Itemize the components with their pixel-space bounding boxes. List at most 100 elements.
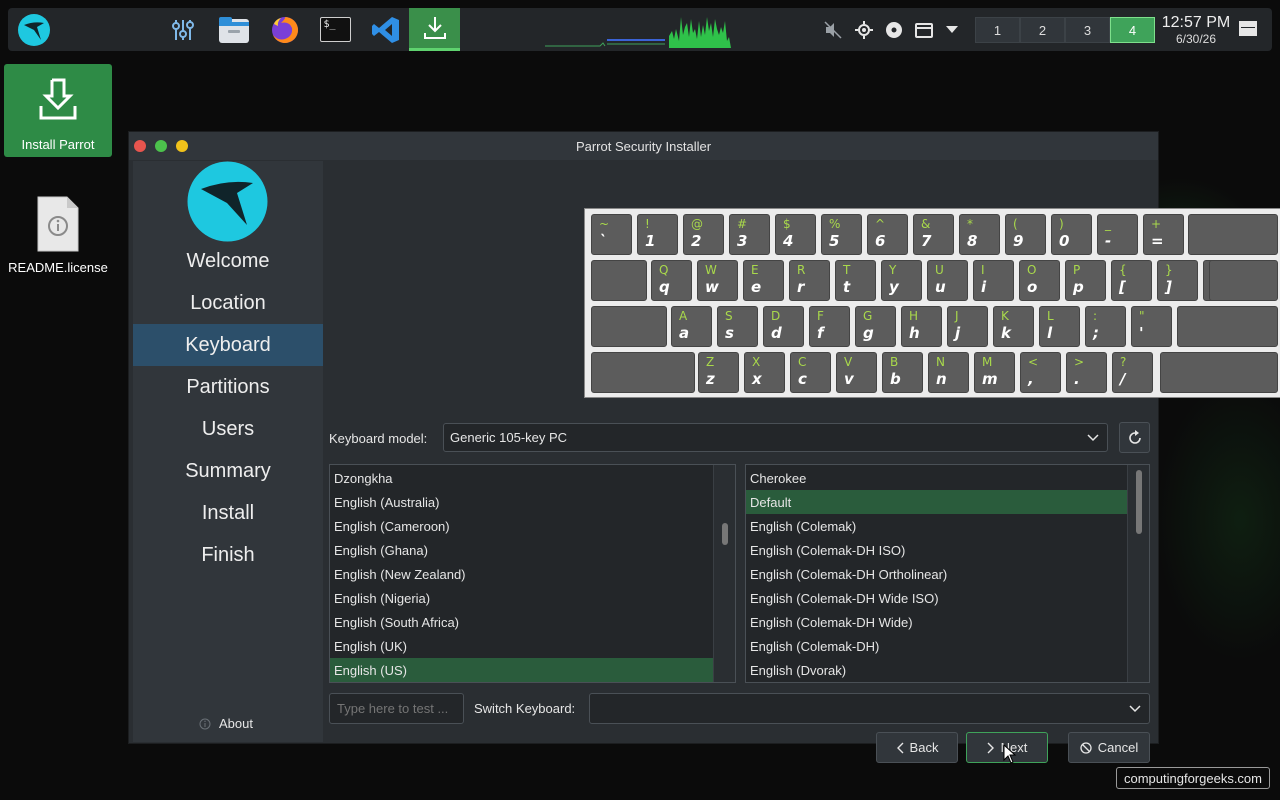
variant-list-item[interactable]: English (Colemak-DH Ortholinear): [746, 562, 1127, 586]
layout-scroll-thumb[interactable]: [722, 523, 728, 545]
terminal-icon: $_: [319, 17, 351, 42]
keyboard-key: Jj: [947, 306, 988, 347]
keyboard-key: >.: [1066, 352, 1107, 393]
key-shift-char: Z: [706, 355, 715, 369]
keyboard-key: Ll: [1039, 306, 1080, 347]
clipboard-icon[interactable]: [914, 20, 934, 40]
variant-list-item[interactable]: English (Colemak-DH): [746, 634, 1127, 658]
variant-list-item[interactable]: English (Colemak-DH Wide ISO): [746, 586, 1127, 610]
key-shift-char: I: [981, 263, 985, 277]
key-shift-char: +: [1151, 217, 1162, 231]
keyboard-test-input[interactable]: [329, 693, 464, 724]
key-shift-char: G: [863, 309, 873, 323]
desktop-1-button[interactable]: 1: [975, 17, 1020, 43]
window-titlebar[interactable]: Parrot Security Installer: [129, 132, 1158, 160]
key-base-char: v: [844, 370, 854, 388]
key-base-char: n: [936, 370, 947, 388]
keyboard-key: Gg: [855, 306, 896, 347]
key-shift-char: $: [783, 217, 791, 231]
layout-list-scrollbar[interactable]: [713, 465, 735, 682]
variant-list-item[interactable]: Default: [746, 490, 1127, 514]
variant-list-item[interactable]: Cherokee: [746, 466, 1127, 490]
keyboard-key: + =: [1143, 214, 1184, 255]
key-shift-char: D: [771, 309, 781, 323]
show-desktop-icon[interactable]: [1237, 19, 1259, 39]
cancel-label: Cancel: [1097, 740, 1139, 755]
key-base-char: 0: [1059, 232, 1070, 250]
cancel-button[interactable]: Cancel: [1068, 732, 1150, 763]
layout-list[interactable]: Dzongkha English (Australia) English (Came…: [329, 464, 736, 683]
installer-icon: [423, 17, 446, 39]
install-parrot-desktop-icon[interactable]: Install Parrot: [4, 64, 112, 157]
layout-list-item[interactable]: English (US): [330, 658, 713, 682]
install-download-icon: [39, 78, 77, 120]
parrot-menu-button[interactable]: [12, 8, 56, 51]
layout-list-item[interactable]: English (New Zealand): [330, 562, 713, 586]
key-base-char: a: [679, 324, 690, 342]
key-shift-char: S: [725, 309, 733, 323]
layout-list-item[interactable]: English (Nigeria): [330, 586, 713, 610]
mute-icon[interactable]: [823, 20, 843, 40]
desktop-3-button[interactable]: 3: [1065, 17, 1110, 43]
sidebar-item-keyboard: Keyboard: [133, 324, 323, 366]
sidebar-item-location: Location: [190, 291, 266, 314]
variant-list-item[interactable]: English (Colemak): [746, 514, 1127, 538]
variant-list-scrollbar[interactable]: [1127, 465, 1149, 682]
key-base-char: z: [706, 370, 715, 388]
layout-list-item[interactable]: English (Australia): [330, 490, 713, 514]
switch-keyboard-label: Switch Keyboard:: [474, 701, 576, 716]
variant-list-item[interactable]: English (Colemak-DH ISO): [746, 538, 1127, 562]
reset-model-button[interactable]: [1119, 422, 1150, 453]
file-manager-launcher[interactable]: [212, 8, 256, 51]
key-base-char: x: [752, 370, 762, 388]
keyboard-model-combo[interactable]: Generic 105-key PC: [443, 423, 1108, 452]
text-file-icon: [37, 196, 79, 252]
keyboard-model-label: Keyboard model:: [329, 431, 428, 446]
key-base-char: j: [955, 324, 961, 342]
key-base-char: s: [725, 324, 734, 342]
back-label: Back: [909, 740, 939, 755]
switch-keyboard-combo[interactable]: [589, 693, 1150, 724]
mixer-launcher[interactable]: [161, 8, 205, 51]
clock-date[interactable]: 6/30/26: [1155, 32, 1237, 46]
back-button[interactable]: Back: [876, 732, 958, 763]
installer-task-button[interactable]: [409, 8, 460, 51]
key-shift-char: &: [921, 217, 931, 231]
variant-list-item[interactable]: English (Colemak-DH Wide): [746, 610, 1127, 634]
about-button[interactable]: About: [199, 716, 253, 731]
terminal-launcher[interactable]: $_: [313, 8, 357, 51]
refresh-icon: [1128, 429, 1141, 444]
layout-list-item[interactable]: English (Ghana): [330, 538, 713, 562]
modifier-key: [1188, 214, 1278, 255]
desktop-2-button[interactable]: 2: [1020, 17, 1065, 43]
keyboard-key: Pp: [1065, 260, 1106, 301]
layout-list-item[interactable]: Dzongkha: [330, 466, 713, 490]
variant-list[interactable]: Cherokee Default English (Colemak) English …: [745, 464, 1150, 683]
vscode-launcher[interactable]: [364, 8, 408, 51]
layout-list-item[interactable]: English (South Africa): [330, 610, 713, 634]
keyboard-key: ) 0: [1051, 214, 1092, 255]
desktop-4-button[interactable]: 4: [1110, 17, 1155, 43]
vscode-icon: [372, 16, 399, 43]
readme-desktop-icon[interactable]: README.license: [4, 194, 112, 284]
layout-list-item[interactable]: English (Cameroon): [330, 514, 713, 538]
clock-time[interactable]: 12:57 PM: [1155, 14, 1237, 32]
settings-mixer-icon: [172, 19, 194, 40]
firefox-launcher[interactable]: [263, 8, 307, 51]
key-shift-char: N: [936, 355, 945, 369]
layout-list-item[interactable]: English (UK): [330, 634, 713, 658]
key-base-char: y: [889, 278, 899, 296]
key-base-char: .: [1074, 370, 1080, 388]
key-shift-char: P: [1073, 263, 1081, 277]
installer-sidebar: Welcome Location Keyboard Partitions Use…: [133, 161, 323, 742]
brightness-icon[interactable]: [854, 20, 874, 40]
media-disc-icon[interactable]: [884, 20, 904, 40]
keyboard-key: Xx: [744, 352, 785, 393]
mouse-cursor-icon: [1003, 744, 1017, 764]
variant-scroll-thumb[interactable]: [1136, 470, 1142, 534]
variant-list-item[interactable]: English (Dvorak): [746, 658, 1127, 682]
key-shift-char: B: [890, 355, 899, 369]
tray-expand-icon[interactable]: [942, 20, 962, 40]
key-base-char: 1: [645, 232, 656, 250]
key-base-char: k: [1001, 324, 1011, 342]
